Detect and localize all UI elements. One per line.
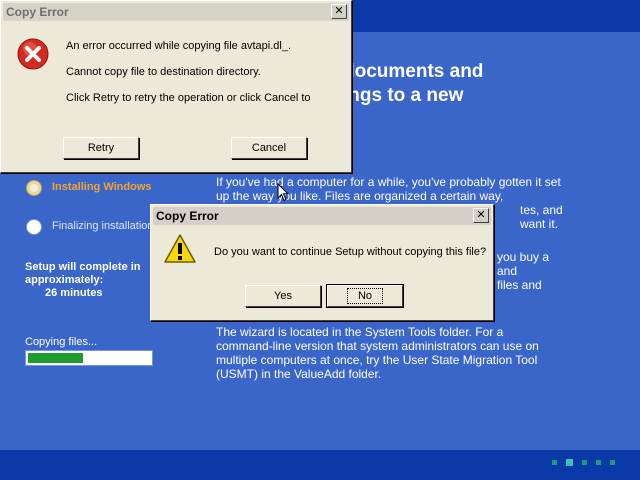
step-label: Installing Windows [52, 181, 152, 193]
step-pending-indicator-icon [26, 219, 42, 235]
progress-dot [582, 460, 587, 465]
no-button-label: No [346, 288, 384, 304]
error-message-line-1: An error occurred while copying file avt… [66, 40, 292, 52]
time-remaining-value: 26 minutes [45, 287, 103, 299]
warning-icon [164, 234, 196, 263]
copy-progress-fill [28, 353, 83, 363]
continue-setup-dialog: Copy Error ✕ Do you want to continue Set… [150, 204, 494, 321]
time-remaining: Setup will complete in approximately: 26… [25, 261, 165, 300]
continue-setup-titlebar[interactable]: Copy Error ✕ [153, 207, 491, 225]
paragraph-fragment-5: files and [497, 278, 542, 292]
setup-bottom-bar [0, 450, 640, 480]
paragraph-fragment-4: and [497, 264, 518, 278]
copy-error-dialog: Copy Error ✕ An error occurred while cop… [0, 0, 352, 173]
progress-dot [610, 460, 615, 465]
yes-button[interactable]: Yes [245, 285, 321, 307]
no-button[interactable]: No [326, 284, 404, 308]
copy-progress-bar [25, 350, 153, 366]
yes-button-label: Yes [274, 290, 292, 302]
continue-message: Do you want to continue Setup without co… [214, 246, 487, 258]
paragraph-intro: If you've had a computer for a while, yo… [216, 175, 561, 203]
retry-button-label: Retry [87, 142, 115, 154]
step-active-indicator-icon [26, 180, 42, 196]
mouse-pointer-icon [277, 183, 289, 202]
retry-button[interactable]: Retry [63, 137, 139, 159]
progress-dot [552, 460, 557, 465]
close-button[interactable]: ✕ [331, 4, 347, 19]
cancel-button[interactable]: Cancel [231, 137, 307, 159]
dialog-title: Copy Error [6, 5, 69, 19]
error-message-line-2: Cannot copy file to destination director… [66, 66, 261, 78]
dialog-title: Copy Error [156, 209, 219, 223]
close-button[interactable]: ✕ [473, 208, 489, 223]
progress-dot-active [566, 459, 573, 466]
error-icon [17, 38, 49, 70]
copying-files-label: Copying files... [25, 336, 98, 348]
paragraph-fragment-1: tes, and [520, 203, 563, 217]
paragraph-wizard: The wizard is located in the System Tool… [216, 325, 539, 381]
paragraph-fragment-3: you buy a [497, 250, 550, 264]
progress-dot [596, 460, 601, 465]
error-message-line-3: Click Retry to retry the operation or cl… [66, 92, 311, 104]
time-remaining-label: Setup will complete in approximately: [25, 261, 141, 286]
cancel-button-label: Cancel [251, 142, 287, 154]
copy-error-titlebar[interactable]: Copy Error ✕ [3, 3, 349, 21]
paragraph-fragment-2: want it. [520, 217, 559, 231]
